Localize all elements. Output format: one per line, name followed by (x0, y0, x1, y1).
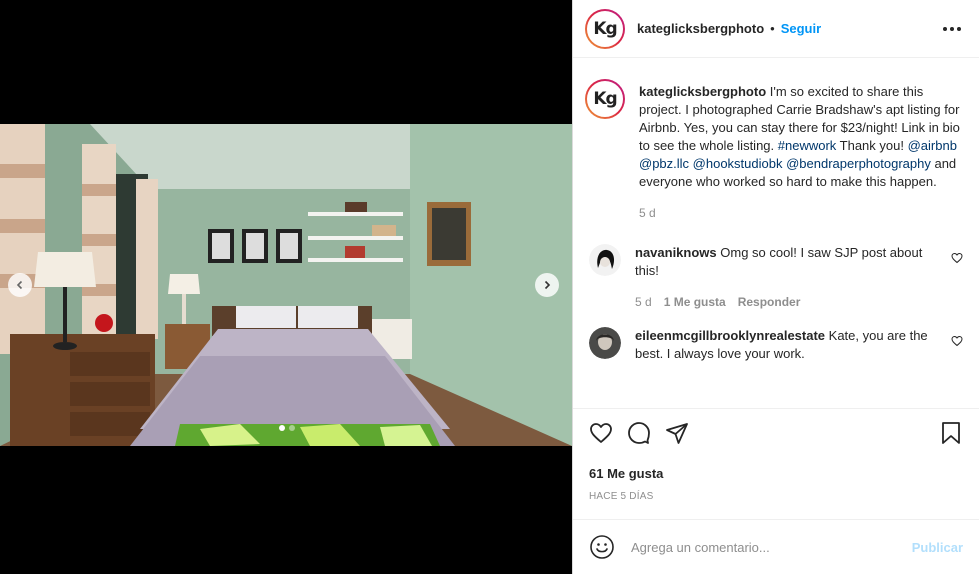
chevron-left-icon (16, 280, 23, 290)
avatar-image-eileen (589, 327, 621, 359)
media-area (0, 0, 572, 574)
action-bar (589, 421, 963, 445)
caption: Kg kateglicksbergphoto I'm so excited to… (573, 79, 979, 222)
mention-link-airbnb[interactable]: @airbnb (908, 138, 957, 153)
caption-text-2: Thank you! (836, 138, 908, 153)
emoji-icon[interactable] (589, 534, 615, 560)
caption-body: kateglicksbergphoto I'm so excited to sh… (639, 83, 963, 222)
comment-body: eileenmcgillbrooklynrealestate Kate, you… (635, 327, 941, 363)
reply-button[interactable]: Responder (738, 293, 801, 311)
caption-username[interactable]: kateglicksbergphoto (639, 84, 766, 99)
chevron-right-icon (544, 280, 551, 290)
comment-time[interactable]: 5 d (635, 293, 652, 311)
avatar-image-navani (589, 244, 621, 276)
post-header: Kg kateglicksbergphoto • Seguir (573, 0, 979, 58)
mention-link-hookstudio[interactable]: @hookstudiobk (693, 156, 783, 171)
author-avatar[interactable]: Kg (585, 8, 625, 49)
comment-row: navaniknows Omg so cool! I saw SJP post … (573, 244, 979, 311)
publish-button[interactable]: Publicar (912, 540, 963, 555)
comment-composer: Publicar (573, 519, 979, 574)
mention-link-pbz[interactable]: @pbz.llc (639, 156, 689, 171)
previous-slide-button[interactable] (8, 273, 32, 297)
next-slide-button[interactable] (535, 273, 559, 297)
post-photo[interactable] (0, 124, 572, 446)
post-date[interactable]: HACE 5 DÍAS (589, 491, 653, 502)
like-comment-heart-icon[interactable] (951, 335, 963, 347)
comment-likes[interactable]: 1 Me gusta (664, 293, 726, 311)
carousel-dot (289, 425, 295, 431)
follow-button[interactable]: Seguir (781, 21, 821, 36)
comment-username[interactable]: navaniknows (635, 245, 717, 260)
comment-input[interactable] (631, 539, 912, 555)
like-heart-icon[interactable] (589, 421, 613, 445)
comment-body: navaniknows Omg so cool! I saw SJP post … (635, 244, 941, 311)
commenter-avatar[interactable] (589, 327, 621, 359)
caption-avatar[interactable]: Kg (585, 79, 625, 119)
caption-time[interactable]: 5 d (639, 204, 656, 222)
carousel-dot-active (279, 425, 285, 431)
avatar-logo: Kg (593, 18, 617, 39)
carousel-indicator (279, 425, 295, 431)
comment-meta: 5 d 1 Me gusta Responder (635, 293, 941, 311)
post-panel: Kg kateglicksbergphoto • Seguir Kg kateg… (572, 0, 979, 574)
save-bookmark-icon[interactable] (939, 421, 963, 445)
mention-link-bendraper[interactable]: @bendraperphotography (786, 156, 931, 171)
comment-bubble-icon[interactable] (627, 421, 651, 445)
share-send-icon[interactable] (665, 421, 689, 445)
likes-count[interactable]: 61 Me gusta (589, 466, 663, 481)
comments-section: Kg kateglicksbergphoto I'm so excited to… (573, 59, 979, 409)
caption-meta: 5 d (639, 204, 963, 222)
comment-row: eileenmcgillbrooklynrealestate Kate, you… (573, 327, 979, 363)
like-comment-heart-icon[interactable] (951, 252, 963, 264)
comment-username[interactable]: eileenmcgillbrooklynrealestate (635, 328, 825, 343)
hashtag-link[interactable]: #newwork (778, 138, 837, 153)
header-separator: • (770, 21, 775, 36)
author-username[interactable]: kateglicksbergphoto (637, 21, 764, 36)
bedroom-photo (0, 124, 572, 446)
caption-avatar-logo: Kg (593, 89, 617, 109)
more-options-icon[interactable] (939, 23, 965, 35)
commenter-avatar[interactable] (589, 244, 621, 276)
